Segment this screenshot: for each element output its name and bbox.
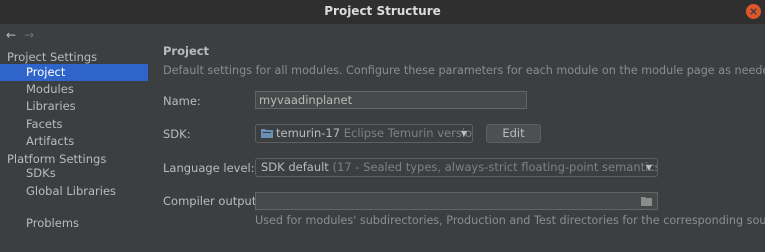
title-bar: Project Structure bbox=[0, 0, 765, 24]
window-title: Project Structure bbox=[324, 4, 441, 18]
folder-sdk-icon bbox=[261, 129, 273, 138]
page-title: Project bbox=[163, 44, 210, 58]
project-settings-header: Project Settings bbox=[7, 50, 98, 64]
sdk-select[interactable]: temurin-17 Eclipse Temurin version ▼ bbox=[255, 124, 473, 143]
page-description: Default settings for all modules. Config… bbox=[163, 64, 765, 77]
platform-settings-header: Platform Settings bbox=[7, 152, 107, 166]
sidebar-item-modules[interactable]: Modules bbox=[0, 81, 148, 98]
chevron-down-icon: ▼ bbox=[645, 163, 652, 172]
name-label: Name: bbox=[163, 94, 201, 108]
nav-arrows: ← → bbox=[6, 27, 34, 43]
sidebar-item-facets[interactable]: Facets bbox=[0, 116, 148, 133]
language-level-value: SDK default bbox=[261, 160, 329, 174]
browse-folder-icon[interactable] bbox=[641, 196, 652, 206]
compiler-output-field[interactable] bbox=[255, 192, 658, 210]
sdk-hint: Eclipse Temurin version bbox=[340, 126, 473, 140]
language-level-select[interactable]: SDK default (17 - Sealed types, always-s… bbox=[255, 158, 658, 177]
compiler-output-note: Used for modules' subdirectories, Produc… bbox=[255, 214, 765, 227]
sidebar-item-sdks[interactable]: SDKs bbox=[0, 165, 148, 182]
sidebar-item-artifacts[interactable]: Artifacts bbox=[0, 133, 148, 150]
back-arrow-icon[interactable]: ← bbox=[6, 27, 16, 43]
sdk-label: SDK: bbox=[163, 127, 191, 141]
edit-sdk-button[interactable]: Edit bbox=[486, 124, 541, 143]
sidebar-item-problems[interactable]: Problems bbox=[0, 215, 148, 232]
main-panel: Project Default settings for all modules… bbox=[148, 24, 765, 252]
language-level-hint: (17 - Sealed types, always-strict floati… bbox=[328, 160, 658, 174]
sidebar-item-project[interactable]: Project bbox=[0, 64, 148, 81]
language-level-label: Language level: bbox=[163, 161, 255, 175]
sidebar-item-global-libraries[interactable]: Global Libraries bbox=[0, 183, 148, 200]
sdk-value: temurin-17 bbox=[276, 126, 341, 140]
forward-arrow-icon[interactable]: → bbox=[24, 27, 34, 43]
close-icon bbox=[750, 8, 757, 15]
sidebar: ← → Project Settings Project Modules Lib… bbox=[0, 24, 148, 252]
sidebar-item-libraries[interactable]: Libraries bbox=[0, 98, 148, 115]
compiler-output-label: Compiler output: bbox=[163, 194, 261, 208]
name-field[interactable]: myvaadinplanet bbox=[255, 91, 527, 109]
close-button[interactable] bbox=[746, 4, 761, 19]
chevron-down-icon: ▼ bbox=[460, 129, 467, 138]
